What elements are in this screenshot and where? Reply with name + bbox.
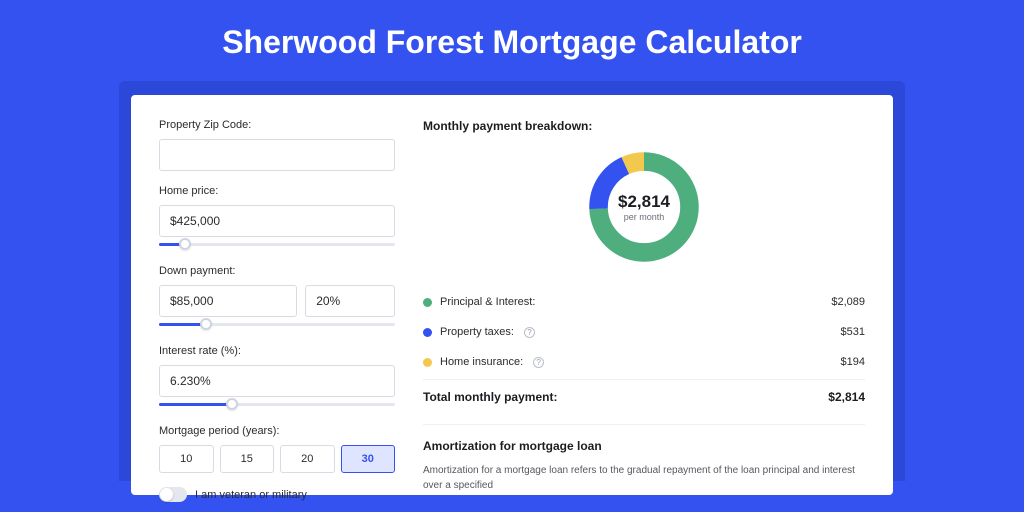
- calculator-card: Property Zip Code: Home price: Down paym…: [131, 95, 893, 495]
- breakdown-column: Monthly payment breakdown: $2,814 per mo…: [423, 119, 865, 495]
- legend-label: Property taxes:: [440, 326, 514, 338]
- home-price-input[interactable]: [159, 205, 395, 237]
- mortgage-period-field: Mortgage period (years): 10152030: [159, 425, 395, 473]
- legend-row: Principal & Interest: $2,089: [423, 287, 865, 317]
- veteran-toggle[interactable]: [159, 487, 187, 502]
- mortgage-period-options: 10152030: [159, 445, 395, 473]
- period-option-30[interactable]: 30: [341, 445, 396, 473]
- donut-sub-label: per month: [624, 212, 665, 222]
- donut-chart: $2,814 per month: [584, 147, 704, 267]
- amortization-text: Amortization for a mortgage loan refers …: [423, 463, 865, 493]
- down-payment-label: Down payment:: [159, 265, 395, 277]
- amortization-section: Amortization for mortgage loan Amortizat…: [423, 424, 865, 493]
- total-row: Total monthly payment: $2,814: [423, 379, 865, 418]
- total-value: $2,814: [828, 390, 865, 404]
- legend-dot: [423, 358, 432, 367]
- legend-label: Home insurance:: [440, 356, 523, 368]
- down-payment-amount-input[interactable]: [159, 285, 297, 317]
- zip-label: Property Zip Code:: [159, 119, 395, 131]
- legend-value: $194: [841, 356, 865, 368]
- period-option-10[interactable]: 10: [159, 445, 214, 473]
- form-column: Property Zip Code: Home price: Down paym…: [159, 119, 395, 495]
- interest-rate-label: Interest rate (%):: [159, 345, 395, 357]
- slider-thumb[interactable]: [200, 318, 212, 330]
- interest-rate-field: Interest rate (%):: [159, 345, 395, 411]
- mortgage-period-label: Mortgage period (years):: [159, 425, 395, 437]
- info-icon[interactable]: ?: [524, 327, 535, 338]
- legend-label: Principal & Interest:: [440, 296, 535, 308]
- info-icon[interactable]: ?: [533, 357, 544, 368]
- total-label: Total monthly payment:: [423, 390, 557, 404]
- legend-row: Property taxes:? $531: [423, 317, 865, 347]
- interest-rate-input[interactable]: [159, 365, 395, 397]
- zip-field: Property Zip Code:: [159, 119, 395, 171]
- donut-chart-wrap: $2,814 per month: [423, 147, 865, 267]
- breakdown-title: Monthly payment breakdown:: [423, 119, 865, 133]
- breakdown-legend: Principal & Interest: $2,089 Property taxe…: [423, 287, 865, 377]
- veteran-toggle-row: I am veteran or military: [159, 487, 395, 502]
- page-title: Sherwood Forest Mortgage Calculator: [0, 0, 1024, 81]
- amortization-title: Amortization for mortgage loan: [423, 439, 865, 453]
- legend-value: $2,089: [831, 296, 865, 308]
- legend-dot: [423, 298, 432, 307]
- legend-value: $531: [841, 326, 865, 338]
- zip-input[interactable]: [159, 139, 395, 171]
- legend-row: Home insurance:? $194: [423, 347, 865, 377]
- home-price-slider[interactable]: [159, 239, 395, 251]
- down-payment-pct-input[interactable]: [305, 285, 395, 317]
- home-price-field: Home price:: [159, 185, 395, 251]
- period-option-15[interactable]: 15: [220, 445, 275, 473]
- slider-thumb[interactable]: [179, 238, 191, 250]
- calculator-card-stack: Property Zip Code: Home price: Down paym…: [119, 81, 905, 481]
- period-option-20[interactable]: 20: [280, 445, 335, 473]
- legend-dot: [423, 328, 432, 337]
- down-payment-field: Down payment:: [159, 265, 395, 331]
- donut-total-amount: $2,814: [618, 192, 670, 212]
- home-price-label: Home price:: [159, 185, 395, 197]
- veteran-label: I am veteran or military: [195, 489, 307, 501]
- slider-thumb[interactable]: [226, 398, 238, 410]
- interest-rate-slider[interactable]: [159, 399, 395, 411]
- down-payment-slider[interactable]: [159, 319, 395, 331]
